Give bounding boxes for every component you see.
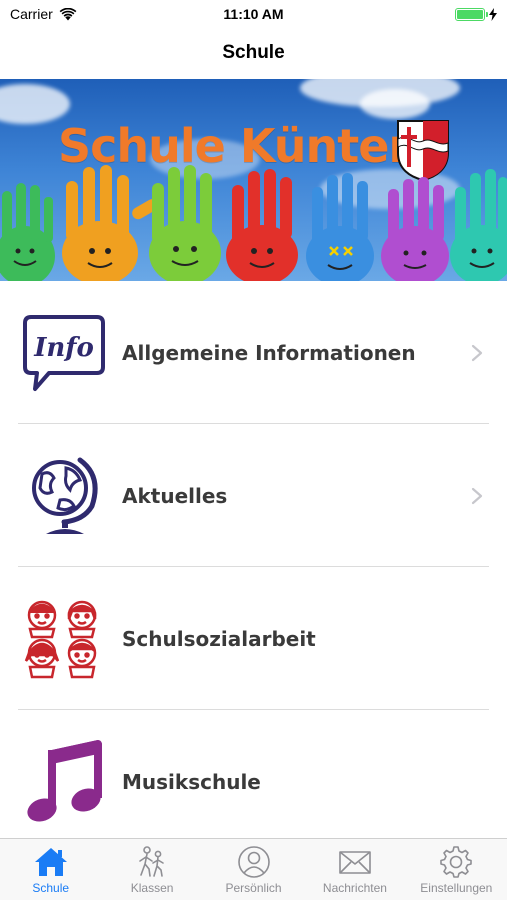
tab-label: Nachrichten	[322, 881, 387, 895]
navigation-bar: Schule	[0, 28, 507, 78]
menu-item-schulsozialarbeit[interactable]: Schulsozialarbeit	[0, 567, 507, 710]
walking-people-icon	[139, 846, 164, 877]
menu-item-label: Allgemeine Informationen	[122, 340, 416, 365]
music-note-icon	[22, 739, 106, 824]
school-banner: Schule Künten	[0, 79, 507, 281]
page-title: Schule	[222, 42, 285, 63]
tab-schule[interactable]: Schule	[0, 839, 101, 900]
tab-nachrichten[interactable]: Nachrichten	[304, 839, 405, 900]
globe-icon	[22, 454, 106, 538]
tab-persoenlich[interactable]: Persönlich	[203, 839, 304, 900]
menu-item-label: Schulsozialarbeit	[122, 626, 316, 651]
menu-item-label: Aktuelles	[122, 483, 228, 508]
gear-icon	[440, 846, 473, 878]
tab-label: Schule	[32, 881, 70, 895]
tab-bar: Schule Klassen Persönlich Nachrichten Ei…	[0, 838, 507, 900]
status-bar: Carrier 11:10 AM	[0, 0, 507, 28]
chevron-right-icon	[471, 344, 483, 361]
tab-klassen[interactable]: Klassen	[101, 839, 202, 900]
status-time: 11:10 AM	[223, 6, 284, 22]
children-faces-icon	[22, 597, 106, 681]
menu-item-allgemeine-informationen[interactable]: Info Allgemeine Informationen	[0, 281, 507, 424]
menu-list: Info Allgemeine Informationen Aktuelles	[0, 281, 507, 853]
svg-text:Info: Info	[33, 333, 94, 363]
battery-icon	[455, 7, 488, 21]
tab-einstellungen[interactable]: Einstellungen	[406, 839, 507, 900]
chevron-right-icon	[471, 487, 483, 504]
painted-hands-illustration	[0, 165, 507, 281]
info-speech-bubble-icon: Info	[22, 311, 106, 395]
menu-item-label: Musikschule	[122, 769, 261, 794]
house-icon	[34, 848, 67, 876]
person-icon	[237, 846, 270, 878]
menu-item-aktuelles[interactable]: Aktuelles	[0, 424, 507, 567]
envelope-icon	[339, 851, 371, 874]
menu-item-musikschule[interactable]: Musikschule	[0, 710, 507, 853]
tab-label: Einstellungen	[420, 881, 493, 895]
tab-label: Klassen	[130, 881, 174, 895]
tab-label: Persönlich	[225, 881, 282, 895]
